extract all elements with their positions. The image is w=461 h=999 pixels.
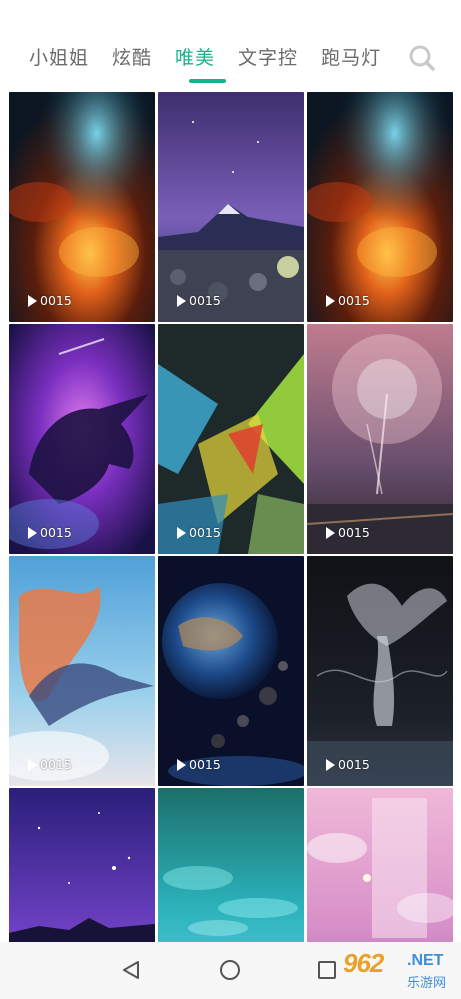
play-count: 0015 bbox=[28, 757, 72, 772]
search-icon bbox=[409, 45, 435, 71]
watermark: 962 .NET 乐游网 bbox=[337, 942, 461, 999]
play-icon bbox=[326, 526, 335, 539]
wallpaper-thumbnail bbox=[9, 788, 155, 942]
wallpaper-item[interactable]: 0015 bbox=[307, 324, 453, 554]
active-tab-indicator bbox=[189, 79, 226, 83]
tab-xuanku[interactable]: 炫酷 bbox=[112, 44, 152, 72]
play-count: 0015 bbox=[28, 293, 72, 308]
wallpaper-thumbnail bbox=[307, 556, 453, 786]
wallpaper-item[interactable]: 0015 bbox=[9, 324, 155, 554]
wallpaper-item[interactable]: 0015 bbox=[307, 556, 453, 786]
play-icon bbox=[177, 294, 186, 307]
wallpaper-thumbnail bbox=[158, 92, 304, 322]
play-count: 0015 bbox=[326, 525, 370, 540]
play-icon bbox=[177, 758, 186, 771]
watermark-logo: 962 bbox=[343, 948, 384, 978]
category-tabs: 小姐姐 炫酷 唯美 文字控 跑马灯 bbox=[29, 44, 401, 74]
wallpaper-item[interactable]: 0015 bbox=[158, 92, 304, 322]
wallpaper-item[interactable]: 0015 bbox=[158, 556, 304, 786]
wallpaper-item[interactable]: 0015 bbox=[9, 92, 155, 322]
wallpaper-thumbnail bbox=[9, 324, 155, 554]
play-icon bbox=[28, 526, 37, 539]
play-icon bbox=[326, 294, 335, 307]
tab-wenzikong[interactable]: 文字控 bbox=[238, 44, 298, 72]
play-count: 0015 bbox=[326, 293, 370, 308]
play-count: 0015 bbox=[177, 293, 221, 308]
tab-weimei[interactable]: 唯美 bbox=[175, 44, 215, 72]
tab-paomadeng[interactable]: 跑马灯 bbox=[321, 44, 381, 72]
play-count: 0015 bbox=[177, 757, 221, 772]
wallpaper-item[interactable]: 0015 bbox=[158, 324, 304, 554]
app-screen: 小姐姐 炫酷 唯美 文字控 跑马灯 0015 0015 0015 0015 00… bbox=[0, 0, 461, 999]
back-icon[interactable] bbox=[120, 959, 142, 981]
wallpaper-thumbnail bbox=[158, 556, 304, 786]
wallpaper-item[interactable] bbox=[9, 788, 155, 942]
wallpaper-thumbnail bbox=[158, 788, 304, 942]
watermark-subtitle: 乐游网 bbox=[407, 976, 447, 991]
wallpaper-thumbnail bbox=[307, 92, 453, 322]
watermark-domain: .NET bbox=[407, 952, 444, 969]
play-icon bbox=[326, 758, 335, 771]
play-count: 0015 bbox=[326, 757, 370, 772]
play-icon bbox=[28, 294, 37, 307]
wallpaper-thumbnail bbox=[158, 324, 304, 554]
home-icon[interactable] bbox=[219, 959, 241, 981]
wallpaper-item[interactable]: 0015 bbox=[9, 556, 155, 786]
wallpaper-thumbnail bbox=[9, 92, 155, 322]
category-tab-bar: 小姐姐 炫酷 唯美 文字控 跑马灯 bbox=[0, 0, 461, 90]
wallpaper-thumbnail bbox=[307, 324, 453, 554]
wallpaper-item[interactable] bbox=[158, 788, 304, 942]
play-count: 0015 bbox=[177, 525, 221, 540]
wallpaper-item[interactable]: 0015 bbox=[307, 92, 453, 322]
play-icon bbox=[28, 758, 37, 771]
tab-xiaojiejie[interactable]: 小姐姐 bbox=[29, 44, 89, 72]
recent-apps-icon[interactable] bbox=[318, 961, 336, 979]
wallpaper-item[interactable] bbox=[307, 788, 453, 942]
play-icon bbox=[177, 526, 186, 539]
wallpaper-thumbnail bbox=[307, 788, 453, 942]
search-button[interactable] bbox=[407, 43, 437, 73]
wallpaper-grid: 0015 0015 0015 0015 0015 0015 0015 0015 … bbox=[0, 90, 461, 942]
play-count: 0015 bbox=[28, 525, 72, 540]
wallpaper-thumbnail bbox=[9, 556, 155, 786]
